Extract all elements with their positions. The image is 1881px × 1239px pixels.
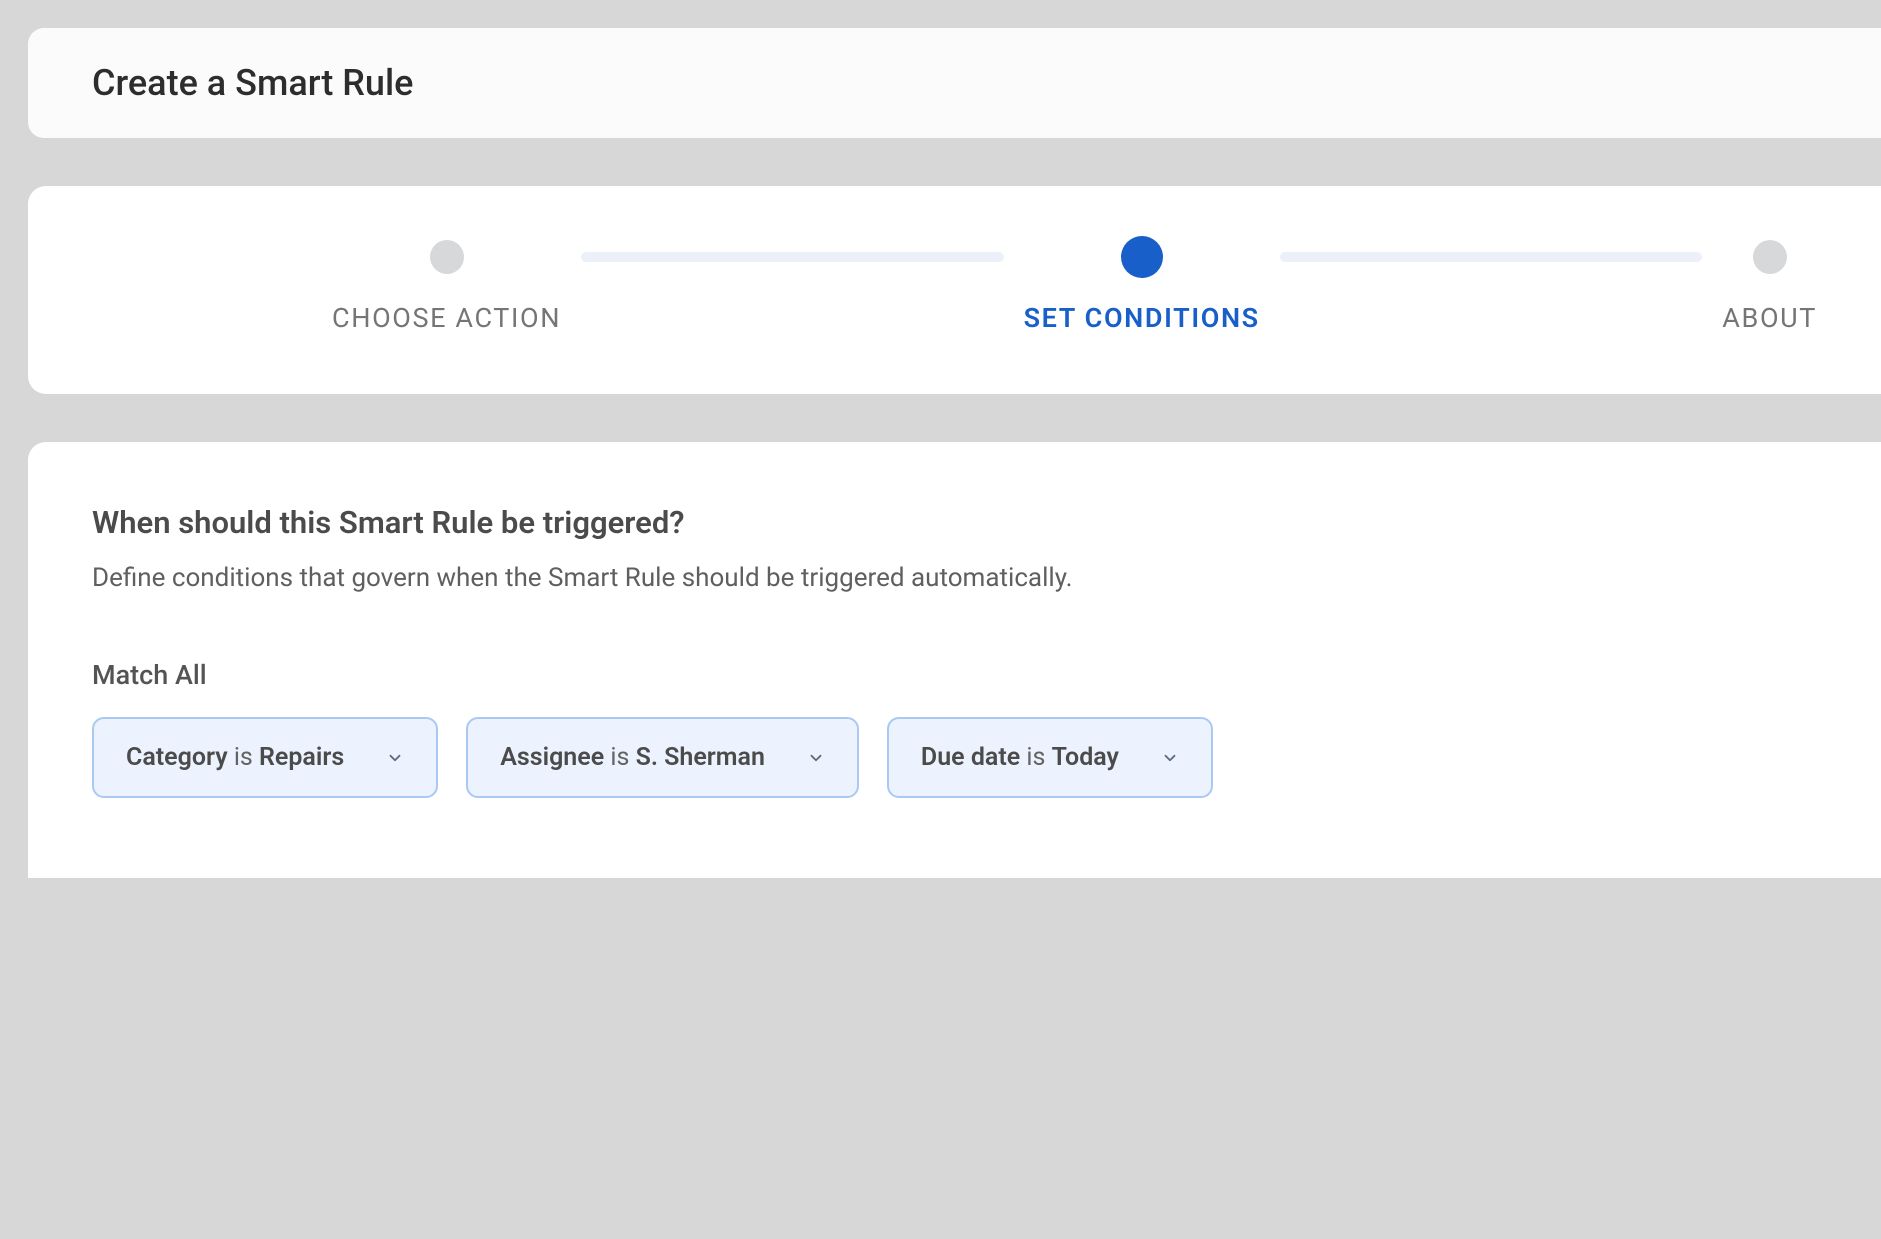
condition-operator: is xyxy=(234,743,253,772)
condition-field: Category xyxy=(126,743,228,772)
condition-operator: is xyxy=(610,743,629,772)
condition-operator: is xyxy=(1026,743,1045,772)
chevron-down-icon xyxy=(807,749,825,767)
step-label: SET CONDITIONS xyxy=(1024,302,1260,334)
condition-chip-assignee[interactable]: Assignee is S. Sherman xyxy=(466,717,859,798)
condition-chip-due-date[interactable]: Due date is Today xyxy=(887,717,1213,798)
header-card: Create a Smart Rule xyxy=(28,28,1881,138)
step-label: ABOUT xyxy=(1722,302,1817,334)
condition-value: Repairs xyxy=(259,743,344,772)
condition-field: Assignee xyxy=(500,743,604,772)
step-about[interactable]: ABOUT xyxy=(1722,240,1817,334)
section-title: When should this Smart Rule be triggered… xyxy=(92,504,1817,541)
step-choose-action[interactable]: CHOOSE ACTION xyxy=(332,240,561,334)
step-connector xyxy=(581,252,1004,262)
condition-value: Today xyxy=(1052,743,1119,772)
step-set-conditions[interactable]: SET CONDITIONS xyxy=(1024,240,1260,334)
step-label: CHOOSE ACTION xyxy=(332,302,561,334)
step-connector xyxy=(1280,252,1703,262)
section-subtitle: Define conditions that govern when the S… xyxy=(92,563,1817,593)
content-card: When should this Smart Rule be triggered… xyxy=(28,442,1881,878)
step-dot xyxy=(1753,240,1787,274)
condition-chip-row: Category is Repairs Assignee is S. Sherm… xyxy=(92,717,1817,798)
condition-chip-text: Category is Repairs xyxy=(126,743,344,772)
chevron-down-icon xyxy=(1161,749,1179,767)
chevron-down-icon xyxy=(386,749,404,767)
condition-group-label: Match All xyxy=(92,659,1817,691)
condition-chip-text: Due date is Today xyxy=(921,743,1119,772)
condition-chip-category[interactable]: Category is Repairs xyxy=(92,717,438,798)
condition-value: S. Sherman xyxy=(636,743,765,772)
step-dot xyxy=(430,240,464,274)
page-title: Create a Smart Rule xyxy=(92,62,1817,104)
stepper: CHOOSE ACTION SET CONDITIONS ABOUT xyxy=(92,240,1817,334)
condition-chip-text: Assignee is S. Sherman xyxy=(500,743,765,772)
condition-field: Due date xyxy=(921,743,1020,772)
step-dot xyxy=(1121,236,1163,278)
stepper-card: CHOOSE ACTION SET CONDITIONS ABOUT xyxy=(28,186,1881,394)
